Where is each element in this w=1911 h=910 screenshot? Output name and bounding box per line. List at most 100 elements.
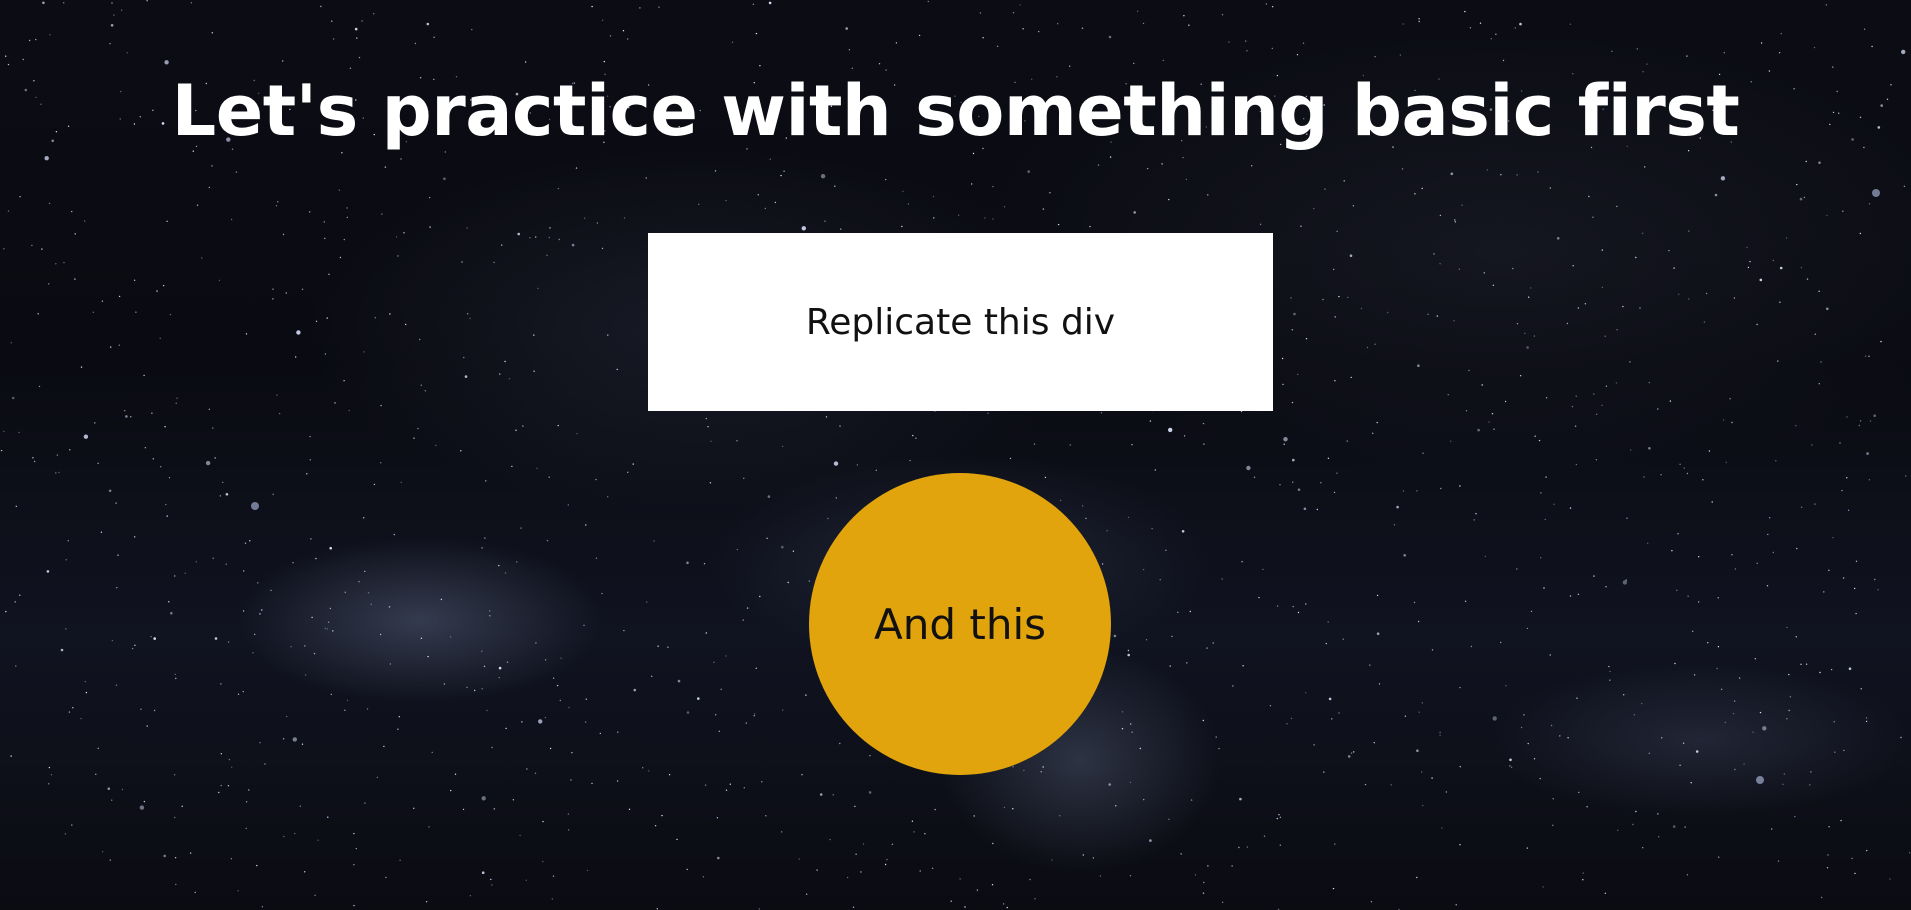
star [1617, 829, 1619, 831]
star [1203, 443, 1205, 445]
star [1647, 542, 1649, 544]
star [1059, 815, 1061, 817]
star [227, 785, 230, 787]
star [1188, 24, 1190, 26]
star [1342, 638, 1345, 640]
star [367, 592, 370, 594]
star [698, 203, 700, 205]
star [320, 5, 322, 8]
star [595, 557, 598, 559]
star [481, 547, 483, 549]
star [331, 20, 333, 22]
star [767, 495, 771, 498]
star [677, 679, 681, 683]
star [1246, 50, 1248, 52]
star [1427, 313, 1429, 315]
bright-star [251, 502, 259, 510]
star [1550, 724, 1553, 727]
star [1519, 22, 1522, 26]
star [190, 2, 193, 4]
star [469, 317, 471, 320]
star [642, 767, 644, 769]
star [1677, 533, 1679, 535]
star [731, 41, 734, 43]
star [1848, 667, 1852, 670]
star [254, 633, 256, 636]
star [931, 867, 934, 869]
star [50, 774, 53, 776]
star [46, 570, 50, 573]
star [645, 177, 647, 179]
star [571, 243, 575, 247]
star [1526, 346, 1529, 349]
star [381, 213, 383, 215]
star [805, 694, 807, 696]
star [1276, 817, 1279, 820]
star [1692, 630, 1694, 632]
star [426, 22, 430, 26]
star [1527, 742, 1529, 745]
star [1421, 187, 1423, 190]
star [1338, 712, 1340, 714]
star [68, 711, 71, 713]
star [222, 481, 224, 484]
star [505, 727, 507, 730]
star [398, 716, 400, 718]
star [115, 684, 118, 686]
star [1245, 40, 1247, 42]
star [235, 171, 238, 173]
star [165, 503, 167, 506]
star [1516, 174, 1518, 176]
star [1833, 721, 1835, 723]
star [1540, 492, 1542, 494]
star [895, 42, 898, 44]
star [1089, 225, 1091, 228]
star [1313, 744, 1315, 746]
star [991, 884, 994, 886]
star [220, 683, 222, 685]
star [1705, 292, 1708, 295]
star [313, 652, 316, 655]
star [1648, 381, 1651, 384]
star [1657, 408, 1659, 410]
star [1276, 605, 1279, 607]
star [1682, 742, 1685, 744]
star [1832, 537, 1834, 539]
star [48, 202, 51, 205]
star [1022, 28, 1024, 30]
star [15, 505, 17, 507]
star [1366, 346, 1369, 349]
star [1866, 452, 1869, 455]
star [282, 60, 284, 62]
star [1154, 469, 1157, 471]
star [596, 222, 599, 224]
star [380, 404, 382, 407]
star [332, 630, 334, 632]
star [1539, 777, 1541, 780]
star [1239, 797, 1242, 801]
star [959, 878, 961, 880]
star [1454, 221, 1457, 223]
star [616, 368, 618, 371]
star [1246, 465, 1251, 471]
star [1151, 527, 1153, 530]
star [1490, 38, 1493, 40]
star [1440, 487, 1442, 490]
star [1524, 332, 1526, 335]
star [1439, 734, 1441, 736]
star [585, 524, 587, 526]
star [1601, 286, 1604, 289]
star [1526, 627, 1529, 630]
star [627, 471, 629, 473]
star [1470, 645, 1473, 648]
star [1871, 45, 1873, 48]
star [958, 214, 960, 216]
star [533, 334, 535, 336]
star [1552, 798, 1554, 800]
star [1097, 164, 1100, 166]
star [1695, 750, 1699, 753]
star [544, 659, 547, 661]
star [276, 394, 278, 396]
star [715, 714, 717, 716]
star [397, 255, 399, 257]
